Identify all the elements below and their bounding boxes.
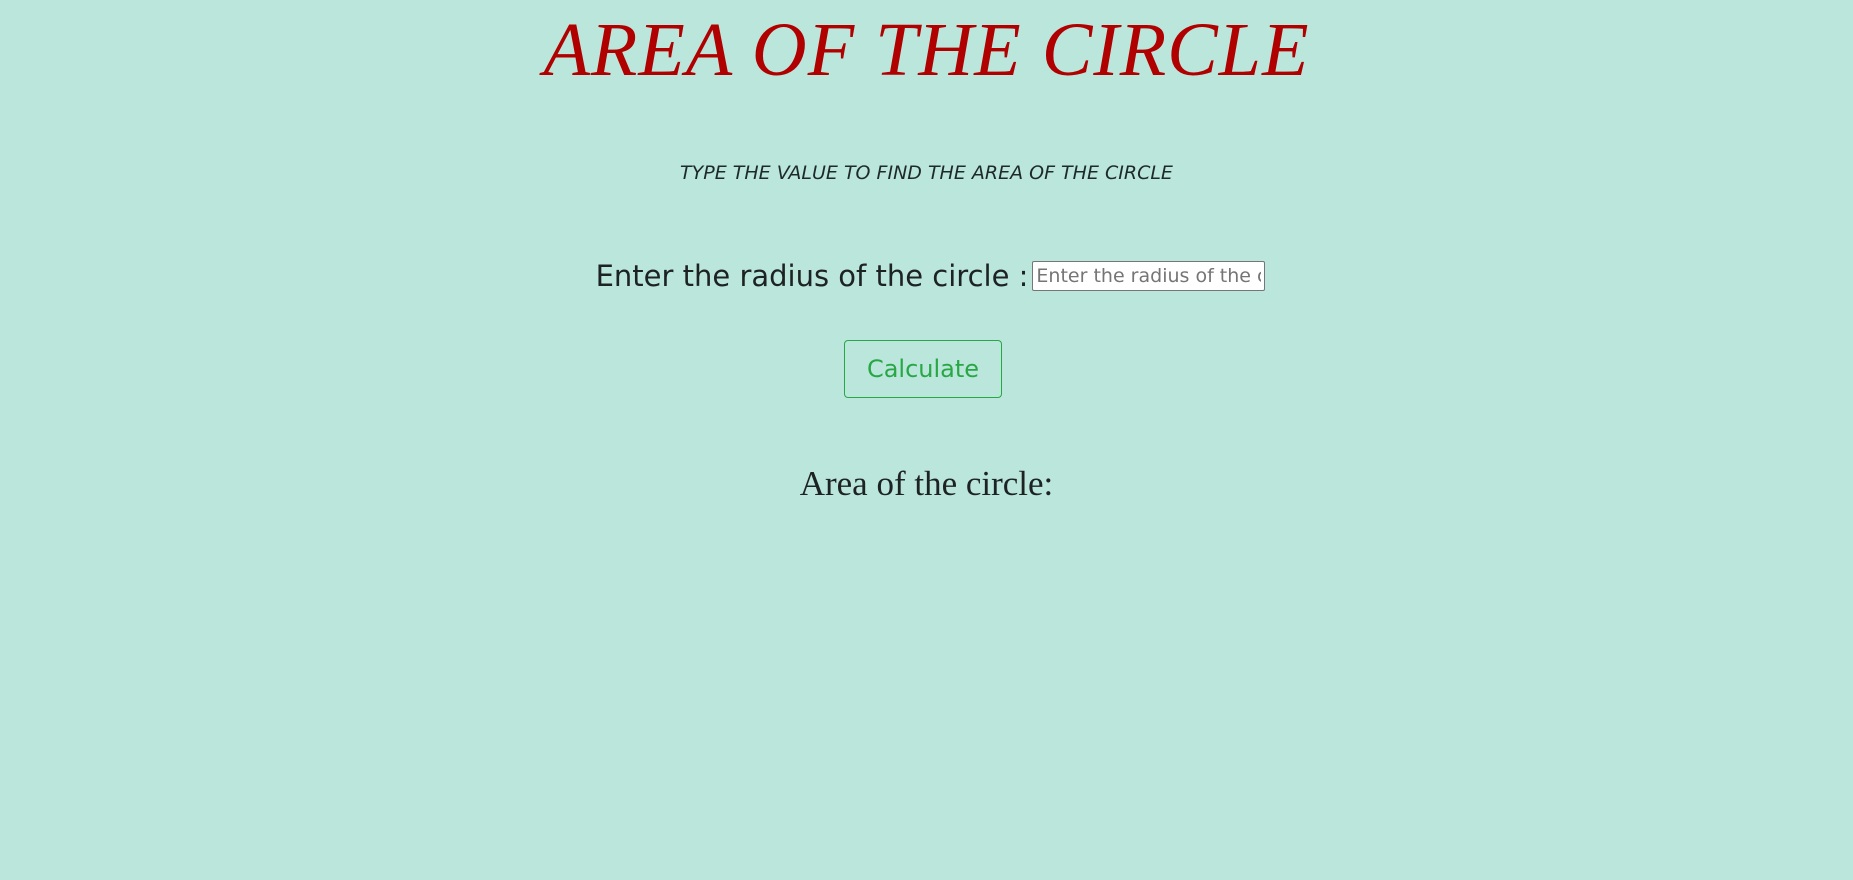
page-title: AREA OF THE CIRCLE [543,8,1310,92]
radius-label: Enter the radius of the circle : [595,259,1029,293]
page: AREA OF THE CIRCLE TYPE THE VALUE TO FIN… [0,0,1853,880]
radius-input[interactable] [1032,261,1266,291]
radius-input-row: Enter the radius of the circle : [0,258,1853,294]
calculate-button[interactable]: Calculate [844,340,1002,398]
area-result-label: Area of the circle: [799,464,1054,503]
page-subtitle: TYPE THE VALUE TO FIND THE AREA OF THE C… [680,162,1173,184]
